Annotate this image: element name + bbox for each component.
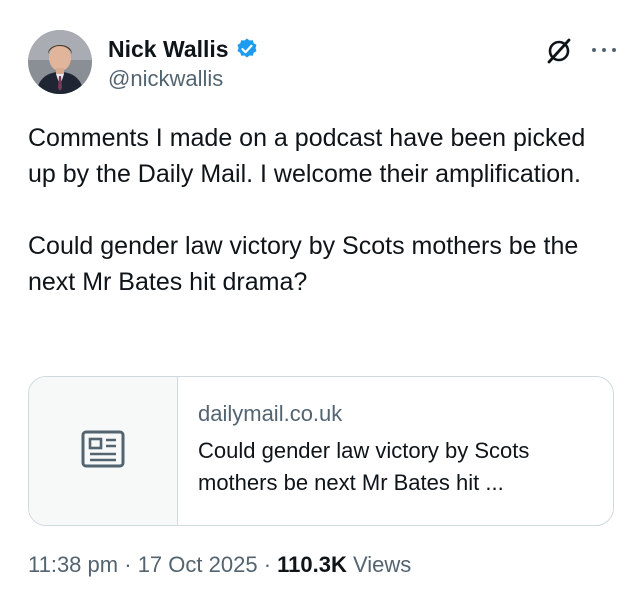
- card-title: Could gender law victory by Scots mother…: [198, 438, 530, 495]
- more-dot: [602, 48, 606, 52]
- display-name-row: Nick Wallis: [108, 34, 259, 64]
- tweet-meta: 11:38 pm · 17 Oct 2025 · 110.3K Views: [28, 552, 411, 578]
- more-icon[interactable]: [590, 36, 618, 64]
- tweet-paragraph: Comments I made on a podcast have been p…: [28, 124, 586, 188]
- verified-badge-icon[interactable]: [235, 37, 259, 61]
- views-label: Views: [353, 552, 412, 577]
- more-dot: [592, 48, 596, 52]
- card-domain: dailymail.co.uk: [198, 401, 343, 426]
- avatar[interactable]: [28, 30, 92, 94]
- more-dot: [612, 48, 616, 52]
- card-thumbnail: [29, 377, 178, 525]
- author-names: Nick Wallis @nickwallis: [108, 34, 259, 92]
- tweet-time[interactable]: 11:38 pm: [28, 552, 118, 577]
- views-count: 110.3K: [277, 552, 347, 577]
- tweet-paragraph: Could gender law victory by Scots mother…: [28, 232, 579, 296]
- meta-separator: ·: [124, 552, 132, 577]
- tweet-header: Nick Wallis @nickwallis: [28, 30, 618, 96]
- article-icon: [81, 430, 125, 473]
- display-name[interactable]: Nick Wallis: [108, 36, 229, 63]
- tweet-text: Comments I made on a podcast have been p…: [28, 120, 618, 300]
- grok-icon[interactable]: [546, 38, 572, 64]
- tweet-date[interactable]: 17 Oct 2025: [138, 552, 258, 577]
- meta-separator: ·: [263, 552, 272, 577]
- author-handle[interactable]: @nickwallis: [108, 66, 259, 92]
- card-body: dailymail.co.uk Could gender law victory…: [178, 377, 613, 525]
- link-preview-card[interactable]: dailymail.co.uk Could gender law victory…: [28, 376, 614, 526]
